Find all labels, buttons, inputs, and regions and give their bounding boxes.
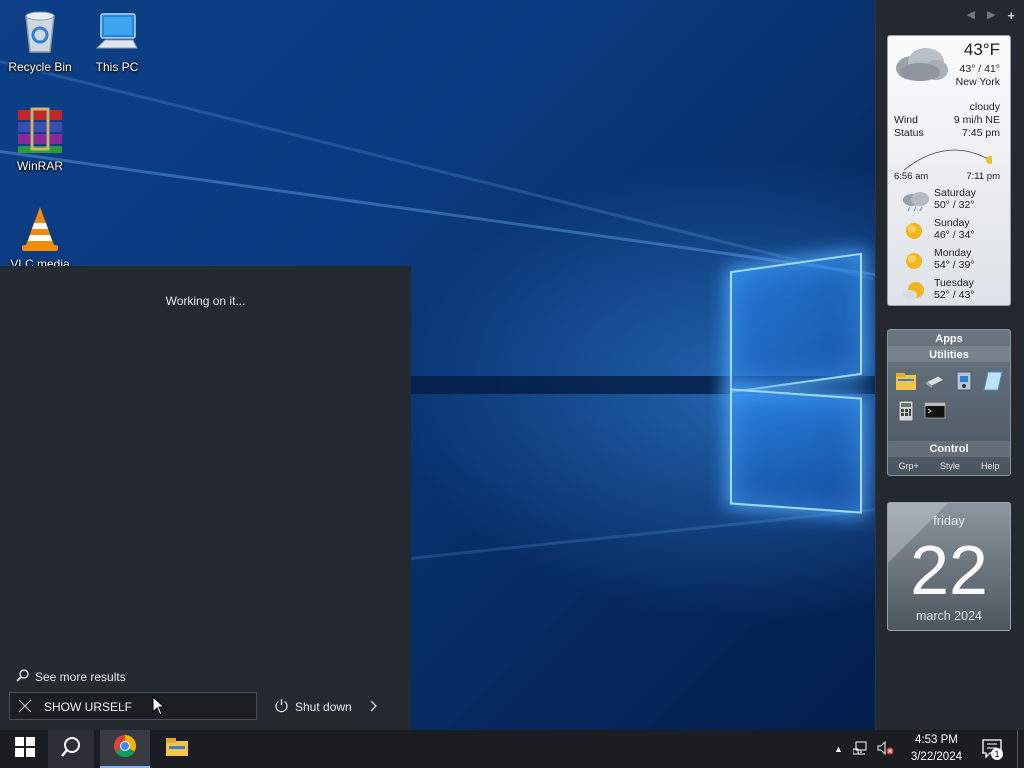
show-desktop-button[interactable] <box>1017 730 1024 768</box>
sunset-time: 7:11 pm <box>966 171 1000 182</box>
sun-icon <box>902 221 926 241</box>
recycle-bin-icon <box>16 8 64 56</box>
weather-gadget[interactable]: 43°F 43° / 41° New York cloudy Wind 9 mi… <box>887 35 1011 306</box>
calendar-weekday: friday <box>933 513 965 528</box>
forecast-day: Saturday 50° / 32° <box>898 187 1004 215</box>
mouse-cursor-icon <box>152 695 166 721</box>
light-beam <box>0 150 892 279</box>
power-icon <box>274 698 289 716</box>
search-icon <box>60 736 82 763</box>
taskbar-chrome[interactable] <box>100 730 150 768</box>
system-tray: ▲ <box>834 730 895 768</box>
command-prompt-icon[interactable] <box>924 400 946 422</box>
windows-logo-pane <box>730 388 862 514</box>
forecast-range: 52° / 43° <box>934 289 975 301</box>
action-center-button[interactable]: 1 <box>982 739 1003 764</box>
calendar-day: 22 <box>910 531 988 609</box>
wind-label: Wind <box>894 114 918 126</box>
vlc-icon <box>16 205 64 253</box>
calendar-gadget[interactable]: friday 22 march 2024 <box>887 502 1011 631</box>
forecast-range: 50° / 32° <box>934 199 975 211</box>
control-title: Control <box>929 443 969 455</box>
apps-links: Grp+ Style Help <box>888 461 1010 471</box>
desktop-icon-winrar[interactable]: WinRAR <box>0 107 80 173</box>
start-button[interactable] <box>2 730 48 768</box>
see-more-label: See more results <box>35 669 126 684</box>
winrar-icon <box>16 107 64 155</box>
notepad-icon[interactable] <box>982 370 1004 392</box>
search-query: SHOW URSELF <box>44 700 133 714</box>
search-input[interactable]: SHOW URSELF <box>9 692 257 720</box>
weather-condition: cloudy <box>969 101 1000 113</box>
forecast-day-name: Saturday <box>934 187 977 199</box>
forecast-day: Monday 54° / 39° <box>898 247 1004 275</box>
partly-sunny-icon <box>902 281 926 301</box>
wind-row: Wind 9 mi/h NE <box>894 114 1000 126</box>
computer-icon <box>93 8 141 56</box>
high-low-temperature: 43° / 41° <box>959 63 1000 75</box>
forecast-day-name: Sunday <box>934 217 970 229</box>
volume-muted-icon[interactable] <box>877 740 895 758</box>
taskbar-clock[interactable]: 4:53 PM 3/22/2024 <box>911 732 962 766</box>
status-value: 7:45 pm <box>962 127 1000 139</box>
wind-value: 9 mi/h NE <box>953 114 1000 126</box>
arrow-right-icon[interactable]: ▶ <box>987 8 995 23</box>
search-button[interactable] <box>48 730 94 768</box>
notification-count-badge: 1 <box>991 748 1003 760</box>
taskbar-file-explorer[interactable] <box>154 730 200 768</box>
search-status: Working on it... <box>165 294 246 308</box>
forecast-day-name: Tuesday <box>934 277 974 289</box>
taskbar: ▲ 4:53 PM 3/22/2024 1 <box>0 730 1024 768</box>
clock-date: 3/22/2024 <box>910 751 962 763</box>
sunrise-time: 6:56 am <box>894 171 929 182</box>
shutdown-button[interactable]: Shut down <box>274 698 378 716</box>
desktop-icon-label: This PC <box>95 60 139 74</box>
see-more-results-link[interactable]: See more results <box>16 668 126 685</box>
forecast-day: Tuesday 52° / 43° <box>898 277 1004 305</box>
folder-icon[interactable] <box>895 370 917 392</box>
chrome-icon <box>113 734 137 763</box>
current-temperature: 43°F <box>963 40 1000 59</box>
desktop-icon-recycle-bin[interactable]: Recycle Bin <box>0 8 80 74</box>
clock-time: 4:53 PM <box>915 734 958 746</box>
forecast-range: 54° / 39° <box>934 259 975 271</box>
desktop-icon-vlc[interactable]: VLC media <box>0 205 80 271</box>
cloud-icon <box>892 42 950 89</box>
status-label: Status <box>894 127 924 139</box>
sidebar-nav: ◀ ▶ + <box>966 8 1015 23</box>
close-icon[interactable] <box>18 699 32 713</box>
scanner-icon[interactable] <box>924 370 946 392</box>
forecast-range: 46° / 34° <box>934 229 975 241</box>
calculator-icon[interactable] <box>895 400 917 422</box>
help-link[interactable]: Help <box>981 461 1000 471</box>
sun-icon <box>902 251 926 271</box>
desktop-icon-label: Recycle Bin <box>8 60 72 74</box>
forecast-day: Sunday 46° / 34° <box>898 217 1004 245</box>
chevron-right-icon[interactable] <box>370 700 378 715</box>
group-add-link[interactable]: Grp+ <box>899 461 919 471</box>
folder-icon <box>165 736 189 763</box>
search-icon <box>16 668 30 685</box>
weather-city: New York <box>955 76 1000 88</box>
rain-cloud-icon <box>902 191 929 212</box>
shutdown-label: Shut down <box>295 700 352 714</box>
windows-logo-icon <box>15 736 35 762</box>
style-link[interactable]: Style <box>940 461 960 471</box>
apps-title: Apps <box>935 333 963 345</box>
network-icon[interactable] <box>852 741 869 758</box>
chevron-up-icon[interactable]: ▲ <box>834 744 843 754</box>
forecast-day-name: Monday <box>934 247 972 259</box>
windows-logo-pane <box>730 252 862 394</box>
desktop-icon-this-pc[interactable]: This PC <box>77 8 157 74</box>
desktop-icon-label: WinRAR <box>16 159 63 173</box>
add-gadget-icon[interactable]: + <box>1007 8 1015 23</box>
gadget-sidebar: ◀ ▶ + 43°F 43° / 41° New York cloudy Win… <box>875 0 1024 730</box>
arrow-left-icon[interactable]: ◀ <box>966 8 974 23</box>
calendar-month-year: march 2024 <box>915 609 982 623</box>
search-panel: Working on it... See more results SHOW U… <box>0 266 411 730</box>
utilities-title: Utilities <box>929 349 969 361</box>
status-row: Status 7:45 pm <box>894 127 1000 139</box>
apps-gadget: Apps Utilities Control Grp+ Style Help <box>887 329 1011 476</box>
control-panel-icon[interactable] <box>953 370 975 392</box>
